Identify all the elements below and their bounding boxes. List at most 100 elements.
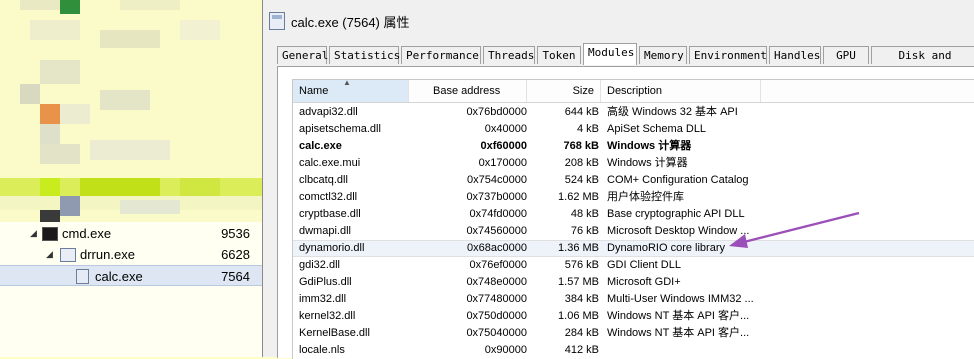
table-row[interactable]: KernelBase.dll 0x75040000 284 kB Windows NT… [293,325,974,342]
cell-size: 384 kB [564,293,599,305]
window-icon [60,248,76,262]
pixelated-region [0,0,268,222]
mosaic-block [40,210,60,222]
column-header-description[interactable]: Description [601,80,761,102]
cell-name: clbcatq.dll [299,174,348,186]
cell-size: 412 kB [564,344,599,356]
tab-token[interactable]: Token [537,46,581,64]
cell-desc: 高级 Windows 32 基本 API [607,106,738,118]
tab-environment[interactable]: Environment [689,46,767,64]
cell-base: 0x76ef0000 [469,259,528,271]
cell-name: calc.exe.mui [299,157,361,169]
tree-item-cmd[interactable]: ◢ cmd.exe 9536 [0,223,262,244]
cell-base: 0xf60000 [480,140,528,152]
process-tree: ◢ cmd.exe 9536 ◢ drrun.exe 6628 calc.exe… [0,222,262,357]
cell-desc: Multi-User Windows IMM32 ... [607,293,754,305]
cell-size: 1.06 MB [558,310,599,322]
mosaic-block [120,200,180,214]
modules-list[interactable]: Name ▲ Base address Size Description adv… [292,79,974,359]
cell-name: calc.exe [299,140,342,152]
table-row[interactable]: locale.nls 0x90000 412 kB [293,342,974,359]
cell-desc: Windows NT 基本 API 客户... [607,310,750,322]
cell-desc: Base cryptographic API DLL [607,208,745,220]
cell-name: KernelBase.dll [299,327,370,339]
cell-base: 0x90000 [484,344,527,356]
table-row[interactable]: GdiPlus.dll 0x748e0000 1.57 MB Microsoft GD… [293,274,974,291]
process-name: drrun.exe [80,247,135,262]
console-icon [42,227,58,241]
table-row[interactable]: dynamorio.dll 0x68ac0000 1.36 MB DynamoRIO … [293,240,974,257]
mosaic-block [40,144,80,164]
cell-size: 1.57 MB [558,276,599,288]
cell-base: 0x77480000 [466,293,527,305]
tab-general[interactable]: General [277,46,328,64]
column-header-name[interactable]: Name ▲ [293,80,409,102]
cell-name: advapi32.dll [299,106,358,118]
cell-desc: COM+ Configuration Catalog [607,174,749,186]
table-row[interactable]: clbcatq.dll 0x754c0000 524 kB COM+ Configur… [293,172,974,189]
tab-memory[interactable]: Memory [639,46,687,64]
mosaic-block [120,0,180,10]
cell-size: 284 kB [564,327,599,339]
tree-item-drrun[interactable]: ◢ drrun.exe 6628 [0,244,262,265]
mosaic-block [180,20,220,40]
tab-threads[interactable]: Threads [483,46,535,64]
table-row[interactable]: calc.exe.mui 0x170000 208 kB Windows 计算器 [293,155,974,172]
tab-handles[interactable]: Handles [769,46,821,64]
properties-dialog: calc.exe (7564) 属性 General Statistics Perf… [262,0,974,359]
expand-arrow-icon[interactable]: ◢ [30,223,37,244]
cell-name: cryptbase.dll [299,208,361,220]
tab-disk-and-network[interactable]: Disk and Network [871,46,974,80]
cell-name: dynamorio.dll [299,242,365,254]
table-row[interactable]: imm32.dll 0x77480000 384 kB Multi-User Wind… [293,291,974,308]
cell-desc: ApiSet Schema DLL [607,123,707,135]
cell-size: 48 kB [570,208,599,220]
window-icon [269,12,285,30]
cell-name: apisetschema.dll [299,123,381,135]
mosaic-block [30,20,80,40]
table-row[interactable]: kernel32.dll 0x750d0000 1.06 MB Windows NT … [293,308,974,325]
cell-base: 0x737b0000 [466,191,527,203]
tree-item-calc[interactable]: calc.exe 7564 [0,265,262,286]
tab-modules[interactable]: Modules [583,43,637,65]
mosaic-block [60,0,80,14]
mosaic-block [60,196,80,216]
table-row[interactable]: apisetschema.dll 0x40000 4 kB ApiSet Schema… [293,121,974,138]
cell-name: comctl32.dll [299,191,358,203]
cell-size: 208 kB [564,157,599,169]
column-header-base-address[interactable]: Base address [409,80,527,102]
cell-desc: DynamoRIO core library [607,242,725,254]
modules-panel: Name ▲ Base address Size Description adv… [277,66,974,359]
sort-ascending-icon: ▲ [343,79,351,87]
cell-base: 0x754c0000 [467,174,527,186]
cell-base: 0x76bd0000 [466,106,527,118]
cell-size: 576 kB [564,259,599,271]
mosaic-block [100,90,150,110]
cell-base: 0x68ac0000 [467,242,527,254]
cell-size: 1.36 MB [558,242,599,254]
expand-arrow-icon[interactable]: ◢ [46,244,53,265]
cell-name: locale.nls [299,344,345,356]
table-row[interactable]: comctl32.dll 0x737b0000 1.62 MB 用户体验控件库 [293,189,974,206]
table-row[interactable]: cryptbase.dll 0x74fd0000 48 kB Base cryptog… [293,206,974,223]
cell-size: 4 kB [576,123,599,135]
process-name: calc.exe [95,269,143,284]
cell-desc: 用户体验控件库 [607,191,684,203]
tab-gpu[interactable]: GPU [823,46,869,64]
tree-item-partial [0,346,262,357]
table-row[interactable]: advapi32.dll 0x76bd0000 644 kB 高级 Windows 3… [293,104,974,121]
cell-base: 0x748e0000 [466,276,527,288]
cell-base: 0x75040000 [466,327,527,339]
tab-statistics[interactable]: Statistics [329,46,400,64]
cell-desc: Microsoft GDI+ [607,276,681,288]
mosaic-block [40,104,60,124]
cell-name: imm32.dll [299,293,347,305]
table-row[interactable]: gdi32.dll 0x76ef0000 576 kB GDI Client DLL [293,257,974,274]
cell-desc: GDI Client DLL [607,259,681,271]
tab-performance[interactable]: Performance [401,46,481,64]
table-row[interactable]: dwmapi.dll 0x74560000 76 kB Microsoft Deskt… [293,223,974,240]
column-header-size[interactable]: Size [527,80,601,102]
process-pid: 9536 [221,226,250,241]
mosaic-block [40,60,80,84]
table-row[interactable]: calc.exe 0xf60000 768 kB Windows 计算器 [293,138,974,155]
